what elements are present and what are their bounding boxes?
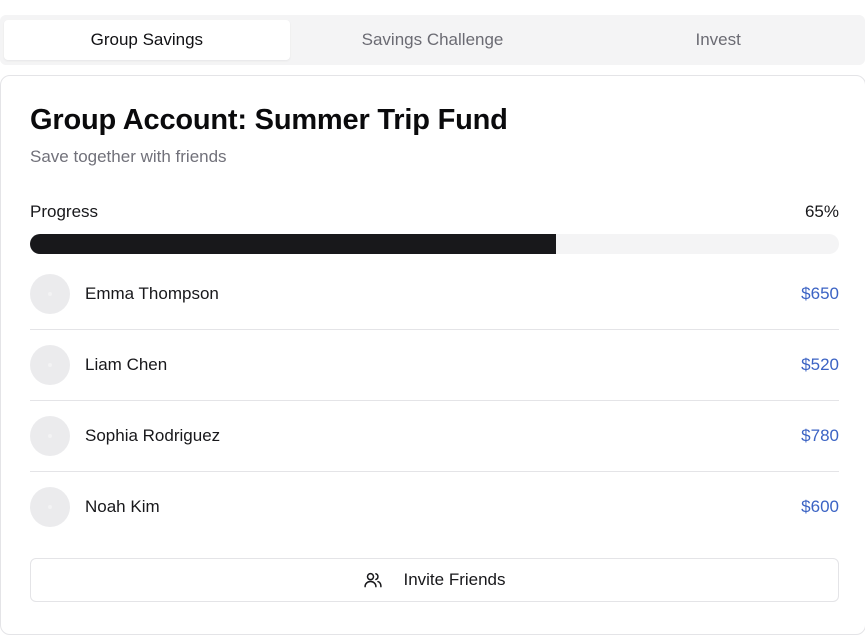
list-item: Liam Chen $520 — [30, 330, 839, 401]
progress-label: Progress — [30, 202, 99, 221]
tab-invest[interactable]: Invest — [575, 20, 861, 60]
member-name: Liam Chen — [85, 355, 168, 374]
member-list: Emma Thompson $650 Liam Chen $520 Sophia… — [30, 259, 839, 542]
tab-bar: Group Savings Savings Challenge Invest — [0, 15, 865, 65]
avatar — [30, 345, 70, 385]
member-amount: $650 — [801, 284, 839, 303]
avatar — [30, 274, 70, 314]
list-item: Noah Kim $600 — [30, 472, 839, 542]
progress-bar-fill — [30, 234, 556, 254]
member-name: Emma Thompson — [85, 284, 219, 303]
avatar — [30, 487, 70, 527]
tab-savings-challenge[interactable]: Savings Challenge — [290, 20, 576, 60]
member-name: Sophia Rodriguez — [85, 426, 221, 445]
member-amount: $520 — [801, 355, 839, 374]
page-subtitle: Save together with friends — [30, 147, 227, 166]
avatar — [30, 416, 70, 456]
member-amount: $780 — [801, 426, 839, 445]
member-name: Noah Kim — [85, 497, 160, 516]
group-account-card: Group Account: Summer Trip Fund Save tog… — [0, 75, 865, 635]
invite-friends-label: Invite Friends — [403, 570, 506, 589]
invite-friends-button[interactable]: Invite Friends — [30, 558, 839, 602]
member-amount: $600 — [801, 497, 839, 516]
page-title: Group Account: Summer Trip Fund — [30, 104, 508, 136]
progress-percent: 65% — [804, 202, 839, 221]
list-item: Sophia Rodriguez $780 — [30, 401, 839, 472]
tab-group-savings[interactable]: Group Savings — [4, 20, 290, 60]
progress-bar — [30, 234, 839, 254]
list-item: Emma Thompson $650 — [30, 259, 839, 330]
users-icon — [363, 570, 383, 590]
